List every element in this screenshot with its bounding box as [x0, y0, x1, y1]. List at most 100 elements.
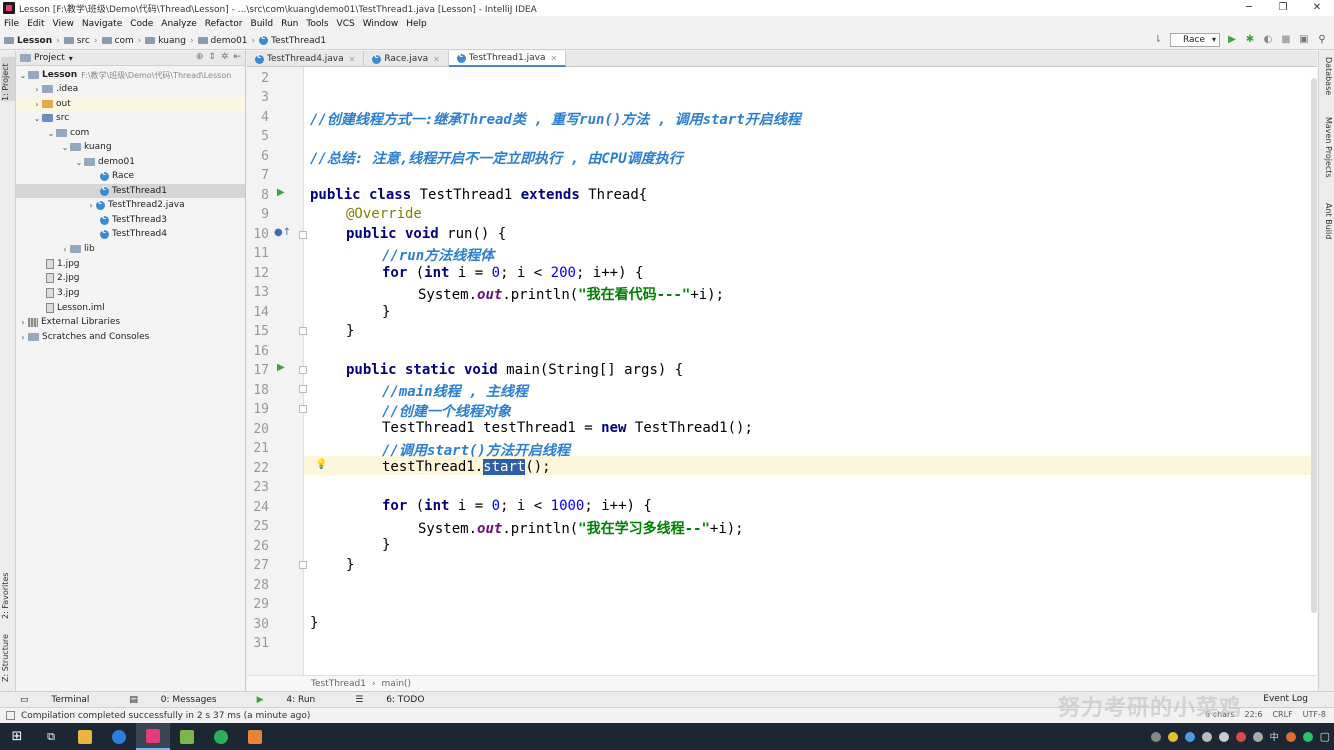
tray-icon[interactable] [1184, 731, 1195, 742]
override-icon[interactable]: ●↑ [274, 227, 291, 238]
tree-item-lib[interactable]: › lib [16, 242, 245, 256]
tab-testthread4[interactable]: TestThread4.java✕ [247, 51, 365, 67]
collapse-icon[interactable]: ⇕ [208, 52, 216, 62]
close-button[interactable]: ✕ [1300, 0, 1334, 16]
menu-build[interactable]: Build [251, 19, 274, 29]
run-config-select[interactable]: Race [1169, 33, 1220, 47]
tree-item-com[interactable]: ⌄ com [16, 126, 245, 140]
coverage-icon[interactable]: ◐ [1262, 34, 1274, 46]
start-button[interactable]: ⊞ [0, 723, 34, 750]
tree-item-race[interactable]: Race [16, 169, 245, 183]
fold-marker[interactable] [299, 327, 307, 335]
crumb-com[interactable]: com › [101, 36, 146, 46]
crumb-testthread1[interactable]: TestThread1 [259, 33, 326, 46]
taskbar-app-green[interactable] [204, 723, 238, 750]
tree-item-demo01[interactable]: ⌄ demo01 [16, 155, 245, 169]
menu-run[interactable]: Run [281, 19, 298, 29]
taskbar-explorer[interactable] [68, 723, 102, 750]
run-icon[interactable]: ▶ [1226, 34, 1238, 46]
menu-edit[interactable]: Edit [27, 19, 44, 29]
tab-project[interactable]: 1: Project [1, 57, 15, 101]
menu-file[interactable]: File [4, 19, 19, 29]
editor-scrollbar[interactable] [1311, 78, 1317, 613]
fold-marker[interactable] [299, 366, 307, 374]
volume-icon[interactable] [1218, 731, 1229, 742]
hide-icon[interactable]: ⇤ [233, 52, 241, 62]
tree-item-scratches[interactable]: › Scratches and Consoles [16, 330, 245, 344]
tab-favorites[interactable]: 2: Favorites [1, 559, 15, 619]
network-icon[interactable] [1201, 731, 1212, 742]
chevron-down-icon[interactable]: ▾ [69, 54, 73, 63]
task-view-button[interactable]: ⧉ [34, 723, 68, 750]
tree-item-testthread1[interactable]: TestThread1 [16, 184, 245, 198]
taskbar-intellij[interactable] [136, 723, 170, 750]
tray-icon[interactable] [1150, 731, 1161, 742]
tab-race[interactable]: Race.java✕ [364, 51, 449, 67]
tree-item-idea[interactable]: › .idea [16, 82, 245, 96]
tray-icon[interactable] [1235, 731, 1246, 742]
breadcrumb-method[interactable]: main() [382, 679, 412, 689]
ime-indicator[interactable]: 中 [1270, 730, 1279, 743]
tree-item-testthread2[interactable]: ›TestThread2.java [16, 198, 245, 212]
tab-maven-projects[interactable]: Maven Projects [1321, 117, 1333, 197]
tab-structure[interactable]: Z: Structure [1, 627, 15, 682]
menu-code[interactable]: Code [130, 19, 153, 29]
fold-marker[interactable] [299, 231, 307, 239]
tray-icon[interactable] [1252, 731, 1263, 742]
menu-refactor[interactable]: Refactor [205, 19, 243, 29]
menu-tools[interactable]: Tools [306, 19, 328, 29]
close-icon[interactable]: ✕ [349, 55, 356, 64]
menu-help[interactable]: Help [406, 19, 427, 29]
menu-view[interactable]: View [53, 19, 74, 29]
debug-icon[interactable]: ✱ [1244, 34, 1256, 46]
tree-item-testthread3[interactable]: TestThread3 [16, 213, 245, 227]
tab-ant-build[interactable]: Ant Build [1321, 203, 1333, 253]
status-encoding[interactable]: UTF-8 [1303, 710, 1326, 719]
close-icon[interactable]: ✕ [550, 54, 557, 63]
crumb-lesson[interactable]: Lesson › [4, 36, 64, 46]
status-icon[interactable] [6, 711, 15, 720]
tree-item-out[interactable]: › out [16, 97, 245, 111]
fold-marker[interactable] [299, 385, 307, 393]
notification-icon[interactable]: ▢ [1320, 730, 1330, 743]
close-icon[interactable]: ✕ [433, 55, 440, 64]
status-position[interactable]: 22:6 [1245, 710, 1263, 719]
target-icon[interactable]: ⊕ [196, 52, 204, 62]
event-log-button[interactable]: Event Log [1263, 694, 1308, 704]
tab-run[interactable]: ▶ 4: Run [257, 695, 336, 705]
project-structure-icon[interactable]: ▣ [1298, 34, 1310, 46]
gear-icon[interactable]: ✲ [221, 52, 229, 62]
menu-vcs[interactable]: VCS [337, 19, 355, 29]
minimize-button[interactable]: ─ [1232, 0, 1266, 16]
tray-icon[interactable] [1285, 731, 1296, 742]
taskbar-app-browser[interactable] [102, 723, 136, 750]
tab-testthread1[interactable]: TestThread1.java✕ [448, 51, 567, 67]
menu-navigate[interactable]: Navigate [82, 19, 122, 29]
tree-item-lesson[interactable]: ⌄ Lesson F:\教学\班级\Demo\代码\Thread\Lesson [16, 68, 245, 82]
crumb-kuang[interactable]: kuang › [145, 36, 197, 46]
crumb-src[interactable]: src › [63, 36, 102, 46]
stop-icon[interactable]: ■ [1280, 34, 1292, 46]
crumb-demo01[interactable]: demo01 › [197, 36, 260, 46]
taskbar-app-orange[interactable] [238, 723, 272, 750]
tree-item-external-libraries[interactable]: › External Libraries [16, 315, 245, 329]
fold-marker[interactable] [299, 561, 307, 569]
tree-item-1jpg[interactable]: 1.jpg [16, 257, 245, 271]
run-class-icon[interactable]: ▶ [277, 187, 285, 198]
tab-todo[interactable]: ☰ 6: TODO [355, 695, 444, 705]
status-line-separator[interactable]: CRLF [1272, 710, 1292, 719]
menu-window[interactable]: Window [363, 19, 399, 29]
build-icon[interactable]: ⇂ [1152, 34, 1164, 46]
maximize-button[interactable]: ❐ [1266, 0, 1300, 16]
tree-item-src[interactable]: ⌄ src [16, 111, 245, 125]
tab-database[interactable]: Database [1321, 57, 1333, 109]
lightbulb-icon[interactable]: 💡 [315, 459, 327, 470]
project-view-select[interactable]: Project [34, 53, 65, 63]
run-main-icon[interactable]: ▶ [277, 362, 285, 373]
tree-item-testthread4[interactable]: TestThread4 [16, 227, 245, 241]
taskbar-app-editor[interactable] [170, 723, 204, 750]
code-editor[interactable]: 2 3 4 5 6 7 8 9 10 11 12 13 14 15 16 17 … [247, 67, 1317, 675]
fold-marker[interactable] [299, 405, 307, 413]
tray-icon[interactable] [1167, 731, 1178, 742]
tree-item-2jpg[interactable]: 2.jpg [16, 271, 245, 285]
